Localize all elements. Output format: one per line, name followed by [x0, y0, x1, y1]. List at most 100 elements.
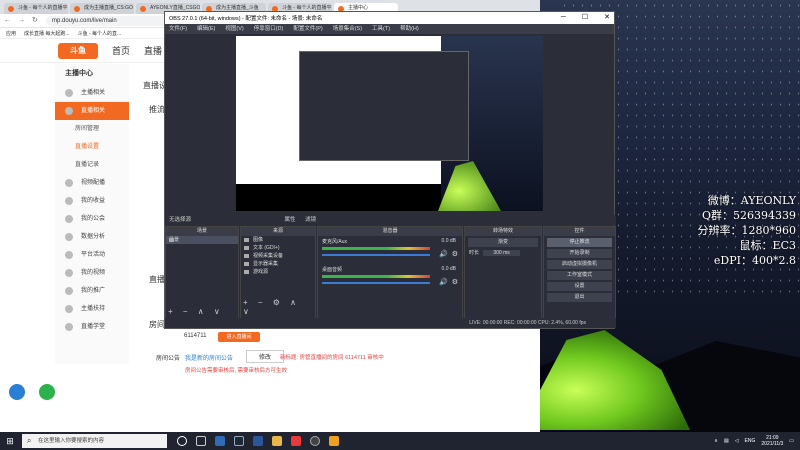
sidebar-item[interactable]: 主播扶持 — [55, 300, 129, 318]
source-item[interactable]: 文本 (GDI+) — [241, 244, 315, 252]
task-view-icon[interactable] — [196, 436, 206, 446]
taskbar: ⊞ 在这里输入你要搜索的内容 ∧ ▤ ◁ ENG 21:09 2021/11/3… — [0, 432, 800, 450]
virtual-camera-button[interactable]: 启动虚拟摄像机 — [547, 260, 612, 269]
sidebar-item[interactable]: 我的收益 — [55, 192, 129, 210]
maximize-icon[interactable]: ☐ — [582, 12, 588, 24]
enter-room-button[interactable]: 进入直播间 — [218, 332, 260, 342]
track-name: 麦克风/Aux — [322, 239, 348, 245]
nav-live[interactable]: 直播 — [144, 44, 162, 57]
bookmark-item[interactable]: 斗鱼 - 每个人的直... — [78, 30, 122, 37]
steam-icon[interactable] — [234, 436, 244, 446]
browser-tab[interactable]: 斗鱼 - 每个人的直播平台 — [4, 3, 68, 14]
menu-item[interactable]: 场景集合(S) — [333, 24, 362, 34]
filters-button[interactable]: 滤镜 — [305, 217, 316, 223]
studio-mode-button[interactable]: 工作室模式 — [547, 271, 612, 280]
sidebar-subitem-active[interactable]: 直播设置 — [55, 138, 129, 156]
desktop-icon[interactable]: 微信 — [32, 384, 62, 409]
clock-date: 2021/11/3 — [761, 441, 784, 447]
speaker-icon[interactable]: 🔊 — [439, 278, 448, 286]
gear-icon[interactable]: ⚙ — [452, 250, 458, 258]
bookmark-item[interactable]: 应用 — [6, 30, 16, 37]
notice-edit-button[interactable]: 修改 — [246, 350, 285, 363]
mixer-track: 麦克风/Aux 0.0 dB 🔊 ⚙ — [318, 236, 462, 264]
clock[interactable]: 21:09 2021/11/3 — [761, 435, 783, 447]
sidebar-subitem[interactable]: 房间管理 — [55, 120, 129, 138]
properties-button[interactable]: 属性 — [285, 217, 296, 223]
windows-start-icon[interactable]: ⊞ — [0, 436, 20, 447]
settings-button[interactable]: 设置 — [547, 282, 612, 291]
sidebar-subitem[interactable]: 直播记录 — [55, 156, 129, 174]
menu-item[interactable]: 帮助(H) — [400, 24, 419, 34]
menu-item[interactable]: 文件(F) — [169, 24, 187, 34]
source-item[interactable]: 视频采集设备 — [241, 252, 315, 260]
sidebar-item[interactable]: 我的推广 — [55, 282, 129, 300]
source-item[interactable]: 图像 — [241, 236, 315, 244]
douyu-logo[interactable]: 斗鱼 — [58, 42, 98, 59]
stream-info-overlay: 微博：AYEONLY Q群：526394339 分辨率：1280*960 鼠标：… — [698, 193, 797, 268]
overlay-line: 鼠标：EC3 — [739, 239, 796, 252]
nav-home[interactable]: 首页 — [112, 44, 130, 57]
transition-select[interactable]: 渐变 — [468, 238, 538, 247]
volume-slider[interactable] — [322, 282, 430, 284]
dock-header: 场景 — [166, 227, 238, 236]
cortana-icon[interactable] — [177, 436, 187, 446]
track-name: 桌面音频 — [322, 267, 343, 273]
desktop-icon[interactable]: 阿里 TV 网络设备 — [2, 384, 32, 416]
reload-icon[interactable]: ↻ — [32, 17, 40, 25]
obs-statusbar: LIVE: 00:00:00 REC: 00:00:00 CPU: 2.4%, … — [165, 318, 616, 328]
sidebar-item-selected[interactable]: 直播相关 — [55, 102, 129, 120]
sidebar-item[interactable]: 我的公会 — [55, 210, 129, 228]
obs-preview[interactable] — [236, 36, 543, 211]
forward-icon[interactable]: → — [18, 17, 26, 25]
menu-item[interactable]: 配置文件(P) — [293, 24, 322, 34]
obs-icon[interactable] — [310, 436, 320, 446]
tray-chevron-icon[interactable]: ∧ — [714, 438, 718, 444]
stop-streaming-button[interactable]: 停止推流 — [547, 238, 612, 247]
browser-tab[interactable]: 成为主播直播_CS:GO — [70, 3, 134, 14]
netease-music-icon[interactable] — [291, 436, 301, 446]
menu-item[interactable]: 停靠窗口(D) — [254, 24, 284, 34]
csgo-icon[interactable] — [329, 436, 339, 446]
source-dock-buttons[interactable]: + − ⚙ ∧ ∨ — [243, 298, 315, 316]
track-db: 0.0 dB — [441, 266, 456, 272]
menu-item[interactable]: 视图(V) — [225, 24, 243, 34]
sidebar-item[interactable]: 直播学堂 — [55, 318, 129, 336]
source-item[interactable]: 游戏源 — [241, 268, 315, 276]
section-heading: 推流 — [149, 105, 165, 114]
scene-dock-buttons[interactable]: + − ∧ ∨ — [168, 307, 224, 316]
gear-icon[interactable]: ⚙ — [452, 278, 458, 286]
dock-header: 混音器 — [318, 227, 462, 236]
sidebar-item[interactable]: 我的视频 — [55, 264, 129, 282]
back-icon[interactable]: ← — [4, 17, 12, 25]
app-icon[interactable] — [253, 436, 263, 446]
scene-item[interactable]: 场景 — [166, 236, 238, 244]
sidebar-item[interactable]: 平台活动 — [55, 246, 129, 264]
volume-slider[interactable] — [322, 254, 430, 256]
source-toolbar: 无选择源 属性 滤镜 — [165, 215, 616, 225]
speaker-icon[interactable]: 🔊 — [439, 250, 448, 258]
minimize-icon[interactable]: ─ — [561, 12, 566, 24]
network-tray-icon[interactable]: ▤ — [724, 438, 729, 444]
sidebar-item[interactable]: 数据分析 — [55, 228, 129, 246]
sidebar-title: 主播中心 — [65, 70, 93, 77]
source-item[interactable]: 显示器采集 — [241, 260, 315, 268]
sidebar-item[interactable]: 视频配播 — [55, 174, 129, 192]
bookmark-item[interactable]: 成长直播 每大起跑... — [24, 30, 70, 37]
sidebar-item[interactable]: 主播相关 — [55, 84, 129, 102]
taskbar-search[interactable]: 在这里输入你要搜索的内容 — [22, 434, 167, 448]
start-recording-button[interactable]: 开始录制 — [547, 249, 612, 258]
creator-sidebar: 主播中心 主播相关 直播相关 房间管理 直播设置 直播记录 视频配播 我的收益 … — [55, 64, 129, 364]
exit-button[interactable]: 退出 — [547, 293, 612, 302]
obs-window: OBS 27.0.1 (64-bit, windows) - 配置文件: 未命名… — [164, 11, 616, 329]
notification-icon[interactable]: ▭ — [789, 438, 794, 444]
volume-tray-icon[interactable]: ◁ — [735, 438, 739, 444]
close-icon[interactable]: ✕ — [604, 12, 610, 24]
chrome-icon[interactable] — [272, 436, 282, 446]
duration-input[interactable]: 300 ms — [483, 250, 520, 256]
input-lang[interactable]: ENG — [745, 438, 756, 444]
menu-item[interactable]: 工具(T) — [372, 24, 390, 34]
menu-item[interactable]: 编辑(E) — [197, 24, 215, 34]
duration-label: 时长 — [469, 250, 480, 256]
obs-titlebar: OBS 27.0.1 (64-bit, windows) - 配置文件: 未命名… — [165, 12, 614, 24]
folder-icon[interactable] — [215, 436, 225, 446]
